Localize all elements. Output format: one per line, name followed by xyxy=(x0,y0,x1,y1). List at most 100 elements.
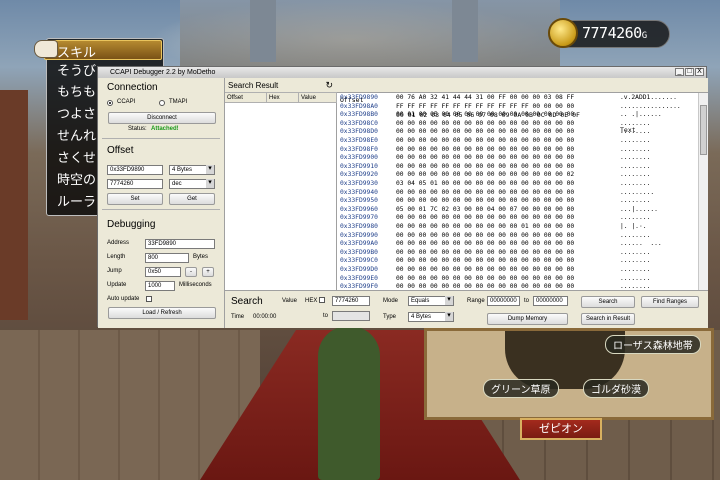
pointer-hand-icon xyxy=(34,40,58,58)
hex-row-bytes: 00 76 A0 32 41 44 44 31 00 FF 00 00 00 0… xyxy=(396,94,575,101)
hex-row-offset: 0x33FD9980 xyxy=(340,223,378,230)
status-value: Attached! xyxy=(151,126,179,132)
hex-row[interactable]: 0x33FD98A0 FF FF FF FF FF FF FF FF FF FF … xyxy=(337,103,697,112)
get-button[interactable]: Get xyxy=(169,193,215,205)
hex-row[interactable]: 0x33FD98D0 00 00 00 00 00 00 00 00 00 00 … xyxy=(337,128,697,137)
hex-scrollbar[interactable] xyxy=(698,93,708,290)
hex-row[interactable]: 0x33FD99A0 00 00 00 00 00 00 00 00 00 00 … xyxy=(337,240,697,249)
hex-header: Offset 00 01 02 03 04 05 06 07 08 09 0A … xyxy=(337,78,708,134)
minimize-button[interactable]: _ xyxy=(675,68,684,76)
jump-minus-button[interactable]: - xyxy=(185,267,197,277)
range-to-input[interactable]: 00000000 xyxy=(533,296,568,306)
hex-row[interactable]: 0x33FD98B0 00 01 00 05 00 00 00 00 00 00 … xyxy=(337,111,697,120)
hex-row-text: ........ xyxy=(620,257,651,265)
update-input[interactable]: 1000 xyxy=(145,281,175,291)
hex-row-offset: 0x33FD9930 xyxy=(340,180,378,187)
gold-coin-icon xyxy=(548,18,578,48)
hex-scrollbar-thumb[interactable] xyxy=(700,105,707,155)
window-titlebar[interactable]: CCAPI Debugger 2.2 by MoDetho _ □ X xyxy=(98,67,706,78)
hex-row[interactable]: 0x33FD99C0 00 00 00 00 00 00 00 00 00 00 … xyxy=(337,257,697,266)
load-refresh-button[interactable]: Load / Refresh xyxy=(108,307,216,319)
hex-row-offset: 0x33FD99A0 xyxy=(340,240,378,248)
hex-row-bytes: 03 04 05 01 00 00 00 00 00 00 00 00 00 0… xyxy=(396,180,575,187)
map-label-east: ゴルダ砂漠 xyxy=(583,379,649,398)
search-panel: Search Value HEX 7774260 to Time 00:00:0… xyxy=(225,290,708,328)
hex-row[interactable]: 0x33FD9990 00 00 00 00 00 00 00 00 00 00 … xyxy=(337,232,697,241)
jump-input[interactable]: 0x50 xyxy=(145,267,181,277)
ccapi-radio[interactable] xyxy=(107,100,113,106)
menu-item-zoom[interactable]: ルーラ xyxy=(57,191,96,210)
result-column-hex[interactable]: Hex xyxy=(267,93,299,103)
menu-item-skills[interactable]: スキル xyxy=(44,40,162,61)
hex-row-text: ...... ... xyxy=(620,240,662,248)
hex-row-offset: 0x33FD9990 xyxy=(340,231,378,239)
range-from-input[interactable]: 00000000 xyxy=(487,296,520,306)
offset-value-input[interactable]: 7774260 xyxy=(107,179,163,189)
hex-row[interactable]: 0x33FD98E0 00 00 00 00 00 00 00 00 00 00 … xyxy=(337,137,697,146)
result-column-offset[interactable]: Offset xyxy=(225,93,267,103)
refresh-icon[interactable]: ↻ xyxy=(325,78,333,93)
search-heading: Search xyxy=(231,296,263,307)
hex-row[interactable]: 0x33FD9910 00 00 00 00 00 00 00 00 00 00 … xyxy=(337,163,697,172)
hex-row[interactable]: 0x33FD99E0 00 00 00 00 00 00 00 00 00 00 … xyxy=(337,275,697,284)
hex-row-text: .. .|...... xyxy=(620,111,662,119)
search-in-result-button[interactable]: Search in Result xyxy=(581,313,635,325)
hex-row-text: ........ xyxy=(620,197,651,205)
set-button[interactable]: Set xyxy=(107,193,163,205)
hex-row[interactable]: 0x33FD9950 00 00 00 00 00 00 00 00 00 00 … xyxy=(337,197,697,206)
hex-row-text: ........ xyxy=(620,145,651,153)
dump-memory-button[interactable]: Dump Memory xyxy=(487,313,568,325)
hex-checkbox[interactable] xyxy=(319,297,325,303)
length-input[interactable]: 800 xyxy=(145,253,189,263)
maximize-button[interactable]: □ xyxy=(685,68,694,76)
disconnect-button[interactable]: Disconnect xyxy=(108,112,216,124)
hex-row-bytes: 00 00 00 00 00 00 00 00 00 00 00 00 00 0… xyxy=(396,188,575,196)
find-ranges-button[interactable]: Find Ranges xyxy=(641,296,699,308)
menu-item-equipment[interactable]: そうび xyxy=(57,60,96,79)
jump-plus-button[interactable]: + xyxy=(202,267,214,277)
hex-row[interactable]: 0x33FD9900 00 00 00 00 00 00 00 00 00 00 … xyxy=(337,154,697,163)
hex-row-bytes: 00 00 00 00 00 00 00 00 00 00 00 00 00 0… xyxy=(396,137,575,144)
update-label: Update xyxy=(107,282,127,288)
hex-row-bytes: 00 00 00 00 00 00 00 00 00 00 00 00 00 0… xyxy=(396,154,575,162)
menu-item-status[interactable]: つよさ xyxy=(57,103,96,122)
hex-row[interactable]: 0x33FD99D0 00 00 00 00 00 00 00 00 00 00 … xyxy=(337,266,697,275)
hex-row-offset: 0x33FD98B0 xyxy=(340,111,378,119)
map-label-west: グリーン草原 xyxy=(483,379,559,398)
hex-row-text: .v.2ADD1....... xyxy=(620,94,677,101)
mode-select[interactable]: Equals xyxy=(408,296,454,306)
hex-row-bytes: 00 00 00 00 00 00 00 00 00 00 00 00 00 0… xyxy=(396,214,575,222)
hex-row[interactable]: 0x33FD9980 00 00 00 00 00 00 00 00 00 00 … xyxy=(337,223,697,232)
search-button[interactable]: Search xyxy=(581,296,635,308)
hex-row-bytes: 00 00 00 00 00 00 00 00 00 00 00 00 00 0… xyxy=(396,257,575,265)
hex-row[interactable]: 0x33FD9890 00 76 A0 32 41 44 44 31 00 FF … xyxy=(337,94,697,103)
hex-row[interactable]: 0x33FD9930 03 04 05 01 00 00 00 00 00 00 … xyxy=(337,180,697,189)
close-button[interactable]: X xyxy=(695,68,704,76)
window-title: CCAPI Debugger 2.2 by MoDetho xyxy=(110,69,216,76)
value-label: Value xyxy=(282,298,297,304)
status-label: Status: xyxy=(128,126,147,132)
hex-row[interactable]: 0x33FD9920 00 00 00 00 00 00 00 00 00 00 … xyxy=(337,171,697,180)
hex-row[interactable]: 0x33FD98F0 00 00 00 00 00 00 00 00 00 00 … xyxy=(337,146,697,155)
hex-row-text: ........ xyxy=(620,162,651,170)
address-input[interactable]: 33FD9890 xyxy=(145,239,215,249)
offset-size-select[interactable]: 4 Bytes xyxy=(169,165,215,175)
hex-row[interactable]: 0x33FD9960 05 00 01 7C 02 03 00 00 04 00 … xyxy=(337,206,697,215)
gold-amount: 7774260G xyxy=(582,24,647,42)
result-column-value[interactable]: Value xyxy=(299,93,337,103)
type-select[interactable]: 4 Bytes xyxy=(408,312,454,322)
menu-item-time[interactable]: 時空の xyxy=(57,169,96,188)
search-value-input[interactable]: 7774260 xyxy=(332,296,370,306)
offset-format-select[interactable]: dec xyxy=(169,179,215,189)
hex-row-text: ........ xyxy=(620,137,651,144)
hex-row-text: ........ xyxy=(620,214,651,222)
search-to-input[interactable] xyxy=(332,311,370,321)
hex-row[interactable]: 0x33FD99B0 00 00 00 00 00 00 00 00 00 00 … xyxy=(337,249,697,258)
hex-row[interactable]: 0x33FD98C0 00 00 00 00 00 00 00 00 00 00 … xyxy=(337,120,697,129)
hex-view: Offset 00 01 02 03 04 05 06 07 08 09 0A … xyxy=(337,78,708,290)
hex-row[interactable]: 0x33FD9970 00 00 00 00 00 00 00 00 00 00 … xyxy=(337,214,697,223)
hex-row[interactable]: 0x33FD9940 00 00 00 00 00 00 00 00 00 00 … xyxy=(337,189,697,198)
tmapi-radio[interactable] xyxy=(159,100,165,106)
offset-address-input[interactable]: 0x33FD9890 xyxy=(107,165,163,175)
auto-update-checkbox[interactable] xyxy=(146,296,152,302)
